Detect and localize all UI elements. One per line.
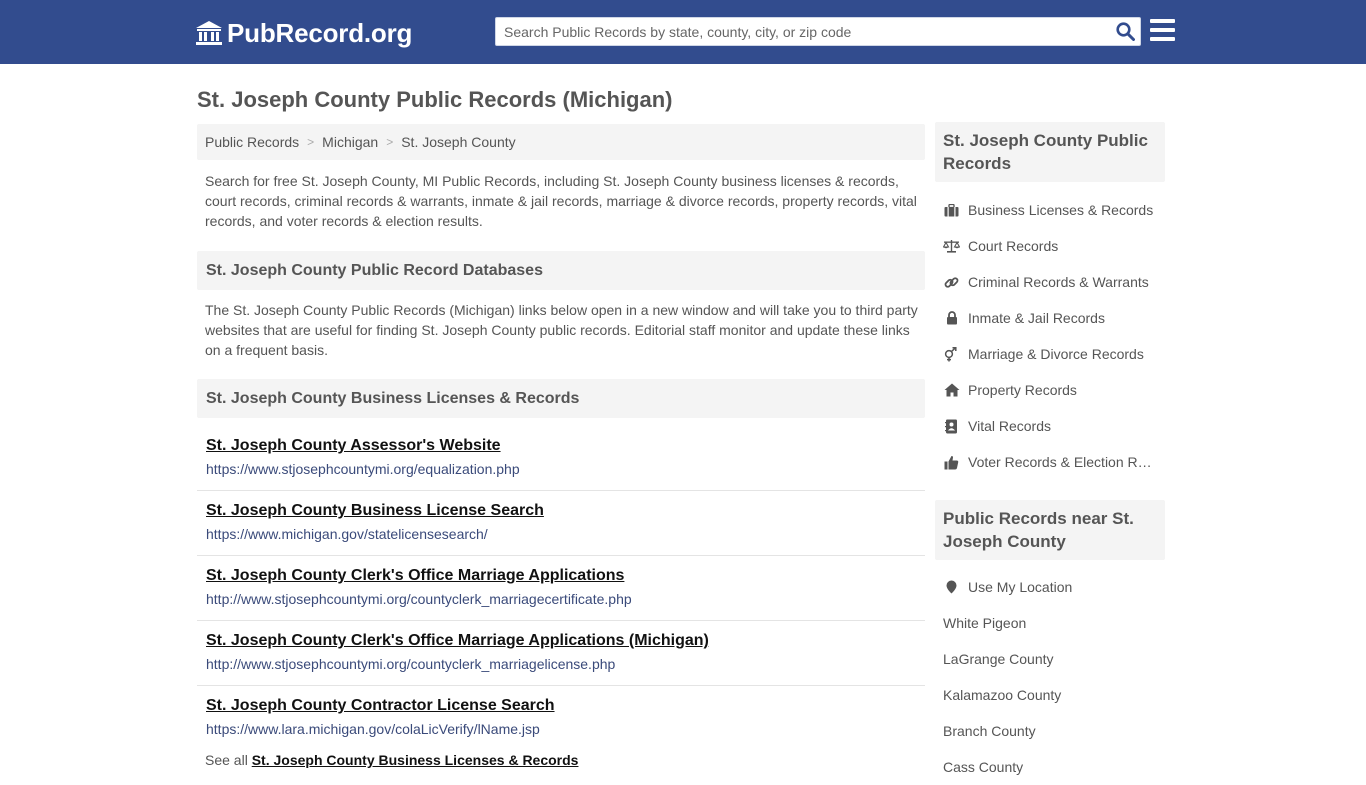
home-icon — [943, 382, 960, 398]
breadcrumb: Public Records > Michigan > St. Joseph C… — [197, 124, 925, 160]
use-my-location-label: Use My Location — [968, 579, 1073, 595]
sidebar-item-marriage[interactable]: Marriage & Divorce Records — [943, 336, 1165, 372]
record-url-link[interactable]: https://www.stjosephcountymi.org/equaliz… — [206, 460, 925, 478]
site-logo[interactable]: PubRecord.org — [195, 18, 412, 48]
nearby-link-branch-county[interactable]: Branch County — [943, 713, 1165, 749]
contact-book-icon — [943, 418, 960, 434]
hamburger-icon-bar — [1150, 19, 1175, 23]
link-icon — [943, 274, 960, 290]
record-item: St. Joseph County Assessor's Website htt… — [197, 426, 925, 491]
sidebar-item-business[interactable]: Business Licenses & Records — [943, 192, 1165, 228]
use-my-location-button[interactable]: Use My Location — [943, 569, 1165, 605]
record-item: St. Joseph County Clerk's Office Marriag… — [197, 621, 925, 686]
courthouse-icon — [196, 21, 222, 45]
nearby-link-white-pigeon[interactable]: White Pigeon — [943, 605, 1165, 641]
record-item: St. Joseph County Business License Searc… — [197, 491, 925, 556]
search-button[interactable] — [1110, 18, 1140, 45]
nearby-link-kalamazoo-county[interactable]: Kalamazoo County — [943, 677, 1165, 713]
top-navbar: PubRecord.org — [0, 0, 1366, 64]
sidebar-item-vital[interactable]: Vital Records — [943, 408, 1165, 444]
search-input[interactable] — [496, 18, 1110, 45]
hamburger-icon-bar — [1150, 37, 1175, 41]
sidebar-item-property[interactable]: Property Records — [943, 372, 1165, 408]
lock-icon — [943, 310, 960, 326]
record-url-link[interactable]: http://www.stjosephcountymi.org/countycl… — [206, 590, 925, 608]
see-all-line: See all St. Joseph County Business Licen… — [205, 752, 578, 768]
databases-description: The St. Joseph County Public Records (Mi… — [205, 302, 918, 358]
sidebar-item-label: Criminal Records & Warrants — [968, 274, 1149, 290]
breadcrumb-michigan[interactable]: Michigan — [322, 134, 378, 150]
sidebar-item-label: Court Records — [968, 238, 1059, 254]
hamburger-icon-bar — [1150, 28, 1175, 32]
hamburger-menu-button[interactable] — [1150, 19, 1175, 43]
search-icon — [1115, 22, 1135, 41]
briefcase-icon — [943, 202, 960, 218]
sidebar-item-label: Vital Records — [968, 418, 1052, 434]
sidebar-records-heading: St. Joseph County Public Records — [935, 122, 1165, 182]
record-item: St. Joseph County Clerk's Office Marriag… — [197, 556, 925, 621]
record-title-link[interactable]: St. Joseph County Contractor License Sea… — [206, 695, 925, 717]
sidebar-item-label: Marriage & Divorce Records — [968, 346, 1144, 362]
breadcrumb-public-records[interactable]: Public Records — [205, 134, 299, 150]
business-heading: St. Joseph County Business Licenses & Re… — [197, 379, 925, 418]
record-title-link[interactable]: St. Joseph County Assessor's Website — [206, 435, 925, 457]
scale-icon — [943, 238, 960, 254]
sidebar-item-voter[interactable]: Voter Records & Election Results — [943, 444, 1165, 480]
sidebar-nearby-heading: Public Records near St. Joseph County — [935, 500, 1165, 560]
gender-icon — [943, 346, 960, 362]
sidebar-category-list: Business Licenses & Records Court Record… — [943, 192, 1165, 480]
logo-text: PubRecord.org — [227, 17, 413, 48]
record-url-link[interactable]: https://www.michigan.gov/statelicensesea… — [206, 525, 925, 543]
see-all-link[interactable]: St. Joseph County Business Licenses & Re… — [252, 752, 579, 768]
sidebar-item-label: Inmate & Jail Records — [968, 310, 1105, 326]
databases-heading: St. Joseph County Public Record Database… — [197, 251, 925, 290]
see-all-prefix: See all — [205, 752, 248, 768]
sidebar-item-court[interactable]: Court Records — [943, 228, 1165, 264]
breadcrumb-separator: > — [386, 135, 394, 149]
sidebar-item-criminal[interactable]: Criminal Records & Warrants — [943, 264, 1165, 300]
nearby-link-lagrange-county[interactable]: LaGrange County — [943, 641, 1165, 677]
page-title: St. Joseph County Public Records (Michig… — [197, 87, 673, 112]
search-bar — [495, 17, 1141, 46]
record-title-link[interactable]: St. Joseph County Business License Searc… — [206, 500, 925, 522]
sidebar-item-label: Business Licenses & Records — [968, 202, 1154, 218]
intro-text: Search for free St. Joseph County, MI Pu… — [205, 173, 917, 229]
sidebar-item-label: Property Records — [968, 382, 1077, 398]
breadcrumb-separator: > — [307, 135, 315, 149]
record-title-link[interactable]: St. Joseph County Clerk's Office Marriag… — [206, 630, 925, 652]
record-url-link[interactable]: https://www.lara.michigan.gov/colaLicVer… — [206, 720, 925, 738]
sidebar-nearby-list: Use My Location White Pigeon LaGrange Co… — [943, 569, 1165, 785]
nearby-link-cass-county[interactable]: Cass County — [943, 749, 1165, 785]
thumbs-up-icon — [943, 454, 960, 470]
sidebar-item-inmate[interactable]: Inmate & Jail Records — [943, 300, 1165, 336]
record-url-link[interactable]: http://www.stjosephcountymi.org/countycl… — [206, 655, 925, 673]
sidebar-item-label: Voter Records & Election Results — [968, 454, 1158, 470]
record-title-link[interactable]: St. Joseph County Clerk's Office Marriag… — [206, 565, 925, 587]
breadcrumb-current: St. Joseph County — [401, 134, 516, 150]
business-record-list: St. Joseph County Assessor's Website htt… — [197, 426, 925, 751]
record-item: St. Joseph County Contractor License Sea… — [197, 686, 925, 751]
map-marker-icon — [943, 579, 960, 595]
